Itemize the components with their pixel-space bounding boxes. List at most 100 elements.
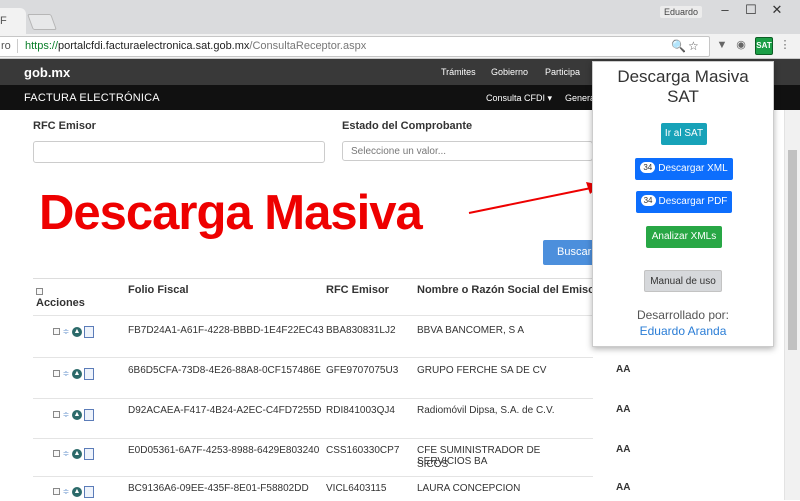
- scrollbar-thumb[interactable]: [788, 150, 797, 350]
- popup-title-line2: SAT: [667, 87, 699, 106]
- tab-strip: F Eduardo – ☐ ✕: [0, 0, 800, 34]
- estado-select[interactable]: Seleccione un valor...: [342, 141, 593, 161]
- nav-genera[interactable]: Genera: [565, 93, 595, 103]
- folio-cell: E0D05361-6A7F-4253-8988-6429E803240: [128, 445, 320, 456]
- nav-participa[interactable]: Participa: [545, 67, 580, 77]
- page-scrollbar[interactable]: [784, 110, 800, 500]
- nombre-cell: Radiomóvil Dipsa, S.A. de C.V.: [417, 405, 555, 416]
- browser-tab[interactable]: F: [0, 8, 26, 34]
- row-checkbox[interactable]: [53, 370, 60, 378]
- rfc-cell: GFE9707075U3: [326, 365, 399, 376]
- xml-count-badge: 34: [640, 162, 656, 173]
- row-actions: ≑ ▲: [53, 446, 96, 460]
- folio-cell: BC9136A6-09EE-435F-8E01-F58802DD: [128, 483, 309, 494]
- site-info-label[interactable]: ro: [1, 40, 11, 52]
- table-header-divider: [33, 278, 593, 279]
- developed-by-label: Desarrollado por:: [636, 308, 730, 322]
- new-tab-button[interactable]: [27, 14, 57, 30]
- download-xml-icon[interactable]: ≑: [62, 410, 70, 419]
- table-row: ≑ ▲ 6B6D5CFA-73D8-4E26-88A8-0CF157486E GF…: [33, 357, 593, 399]
- download-xml-icon[interactable]: ≑: [62, 487, 70, 496]
- view-document-icon[interactable]: [84, 367, 94, 380]
- nombre-cell-continued: SICOS: [417, 459, 449, 470]
- pdf-count-badge: 34: [640, 195, 656, 206]
- url-text[interactable]: https://portalcfdi.facturaelectronica.sa…: [25, 40, 366, 52]
- rfc-emisor-label: RFC Emisor: [33, 120, 96, 132]
- row-checkbox[interactable]: [53, 450, 60, 458]
- nav-tramites[interactable]: Trámites: [441, 67, 476, 77]
- author-link[interactable]: Eduardo Aranda: [593, 324, 773, 338]
- clipped-column-cell: AA: [616, 444, 631, 455]
- row-checkbox[interactable]: [53, 488, 60, 496]
- zoom-icon[interactable]: 🔍: [671, 39, 686, 53]
- url-path: /ConsultaReceptor.aspx: [249, 40, 367, 52]
- download-xml-icon[interactable]: ≑: [62, 369, 70, 378]
- bookmark-star-icon[interactable]: ☆: [688, 39, 699, 53]
- manual-de-uso-button[interactable]: Manual de uso: [644, 270, 722, 292]
- rfc-cell: CSS160330CP7: [326, 445, 400, 456]
- arrow-icon: [468, 182, 601, 214]
- clipped-column-cell: AA: [616, 404, 631, 415]
- view-document-icon[interactable]: [84, 325, 94, 338]
- promo-headline: Descarga Masiva: [39, 186, 423, 240]
- table-row: ≑ ▲ D92ACAEA-F417-4B24-A2EC-C4FD7255D RDI…: [33, 398, 593, 439]
- download-xml-icon[interactable]: ≑: [62, 449, 70, 458]
- download-pdf-icon[interactable]: ▲: [72, 368, 82, 379]
- descargar-xml-label: Descargar XML: [658, 163, 728, 174]
- descargar-pdf-label: Descargar PDF: [658, 196, 728, 207]
- download-pdf-icon[interactable]: ▲: [72, 409, 82, 420]
- folio-cell: 6B6D5CFA-73D8-4E26-88A8-0CF157486E: [128, 365, 321, 376]
- nav-gobierno[interactable]: Gobierno: [491, 67, 528, 77]
- row-checkbox[interactable]: [53, 411, 60, 419]
- ir-al-sat-button[interactable]: Ir al SAT: [661, 123, 707, 145]
- row-actions: ≑ ▲: [53, 484, 96, 498]
- camera-icon[interactable]: ◉: [733, 37, 749, 53]
- menu-icon[interactable]: ⋮: [777, 37, 793, 53]
- nombre-cell: LAURA CONCEPCION: [417, 483, 521, 494]
- descargar-pdf-button[interactable]: 34 Descargar PDF: [636, 191, 732, 213]
- row-actions: ≑ ▲: [53, 407, 96, 421]
- tab-title: F: [0, 15, 7, 27]
- address-bar[interactable]: ro https://portalcfdi.facturaelectronica…: [0, 36, 710, 57]
- clipped-column-cell: AA: [616, 482, 631, 493]
- download-xml-icon[interactable]: ≑: [62, 327, 70, 336]
- factura-title: FACTURA ELECTRÓNICA: [24, 92, 160, 104]
- close-icon[interactable]: ✕: [754, 0, 800, 22]
- download-pdf-icon[interactable]: ▲: [72, 448, 82, 459]
- row-checkbox[interactable]: [53, 328, 60, 336]
- url-scheme: https://: [25, 40, 59, 52]
- browser-toolbar: ro https://portalcfdi.facturaelectronica…: [0, 34, 800, 59]
- sat-extension-icon[interactable]: SAT: [755, 37, 773, 55]
- rfc-cell: VICL6403115: [326, 483, 387, 494]
- view-document-icon[interactable]: [84, 485, 94, 498]
- table-row: ≑ ▲ BC9136A6-09EE-435F-8E01-F58802DD VICL…: [33, 476, 593, 501]
- rfc-cell: BBA830831LJ2: [326, 325, 396, 336]
- extension-popup: Descarga Masiva SAT Ir al SAT 34 Descarga…: [592, 61, 774, 347]
- row-actions: ≑ ▲: [53, 366, 96, 380]
- header-nombre: Nombre o Razón Social del Emisor: [417, 284, 600, 296]
- estado-label: Estado del Comprobante: [342, 120, 473, 132]
- header-rfc: RFC Emisor: [326, 284, 389, 296]
- table-row: ≑ ▲ E0D05361-6A7F-4253-8988-6429E803240 C…: [33, 438, 593, 477]
- download-pdf-icon[interactable]: ▲: [72, 326, 82, 337]
- gob-logo[interactable]: gob.mx: [24, 65, 70, 80]
- popup-title: Descarga Masiva SAT: [593, 67, 773, 107]
- analizar-xmls-button[interactable]: Analizar XMLs: [646, 226, 722, 248]
- rfc-cell: RDI841003QJ4: [326, 405, 395, 416]
- url-separator: [17, 39, 18, 53]
- header-folio: Folio Fiscal: [128, 284, 189, 296]
- view-document-icon[interactable]: [84, 408, 94, 421]
- profile-name[interactable]: Eduardo: [660, 6, 703, 18]
- rfc-emisor-input[interactable]: [33, 141, 325, 163]
- view-document-icon[interactable]: [84, 447, 94, 460]
- download-pdf-icon[interactable]: ▲: [72, 486, 82, 497]
- nombre-cell: BBVA BANCOMER, S A: [417, 325, 525, 336]
- popup-title-line1: Descarga Masiva: [617, 67, 749, 86]
- select-all-checkbox[interactable]: [36, 285, 45, 297]
- extension-filter-icon[interactable]: ▼: [714, 37, 730, 53]
- header-acciones: Acciones: [36, 297, 85, 309]
- folio-cell: FB7D24A1-A61F-4228-BBBD-1E4F22EC43: [128, 325, 324, 336]
- descargar-xml-button[interactable]: 34 Descargar XML: [635, 158, 733, 180]
- clipped-column-cell: AA: [616, 364, 631, 375]
- nav-consulta-cfdi[interactable]: Consulta CFDI ▾: [486, 93, 552, 104]
